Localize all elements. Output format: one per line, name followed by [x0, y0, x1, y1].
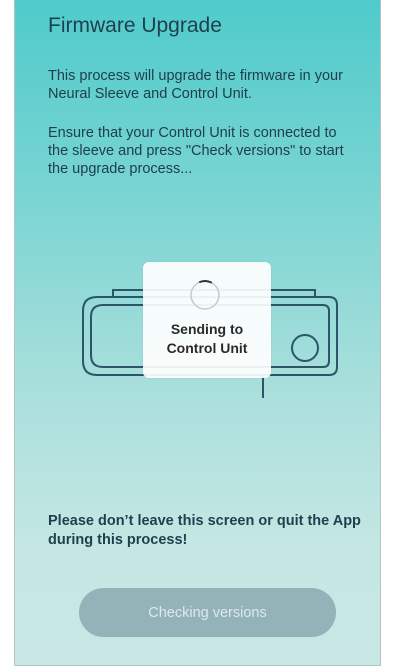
warning-text: Please don’t leave this screen or quit t…: [48, 513, 361, 548]
intro-text: This process will upgrade the firmware i…: [48, 68, 343, 102]
firmware-upgrade-screen: Firmware Upgrade This process will upgra…: [14, 0, 381, 666]
progress-hud: Sending to Control Unit: [143, 262, 271, 378]
activity-spinner-icon: [190, 280, 220, 310]
page-title: Firmware Upgrade: [48, 14, 222, 37]
instructions-text: Ensure that your Control Unit is connect…: [48, 125, 344, 177]
progress-message: Sending to Control Unit: [166, 321, 248, 356]
checking-versions-button[interactable]: Checking versions: [79, 588, 336, 637]
